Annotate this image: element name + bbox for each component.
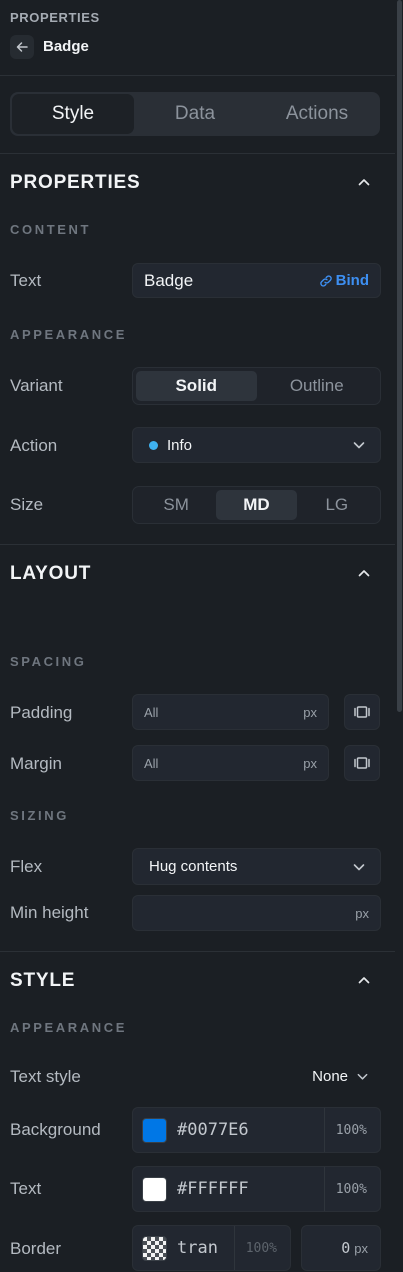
bind-label: Bind [335, 272, 369, 289]
margin-input[interactable]: All px [132, 745, 329, 781]
section-title-layout: LAYOUT [10, 563, 92, 584]
action-label: Action [10, 436, 58, 455]
margin-value: All [144, 755, 159, 771]
action-select[interactable]: Info [132, 427, 381, 463]
tab-data[interactable]: Data [134, 94, 256, 134]
divider [0, 75, 395, 76]
text-color-opacity[interactable]: 100% [323, 1167, 380, 1211]
section-title-style: STYLE [10, 970, 76, 991]
back-button[interactable] [10, 35, 34, 59]
border-opacity[interactable]: 100% [233, 1226, 290, 1270]
divider [0, 951, 395, 952]
properties-panel: PROPERTIES Badge Style Data Actions PROP… [0, 0, 395, 1272]
chevron-up-icon[interactable] [357, 973, 371, 987]
tab-style[interactable]: Style [12, 94, 134, 134]
arrow-left-icon [16, 42, 28, 52]
tab-bar: Style Data Actions [10, 92, 380, 136]
border-width-unit: px [354, 1240, 368, 1256]
component-title: Badge [43, 38, 89, 55]
flex-select[interactable]: Hug contents [132, 848, 381, 885]
padding-value: All [144, 704, 159, 720]
variant-label: Variant [10, 376, 63, 395]
text-color-swatch[interactable] [142, 1176, 167, 1202]
text-style-label: Text style [10, 1067, 81, 1086]
background-color-swatch[interactable] [142, 1117, 167, 1143]
chevron-down-icon [353, 442, 365, 449]
margin-label: Margin [10, 754, 62, 773]
transparent-swatch[interactable] [142, 1235, 167, 1261]
content-caption: CONTENT [10, 222, 92, 237]
border-color-field[interactable]: tran 100% [132, 1225, 291, 1271]
scrollbar[interactable] [395, 0, 403, 1272]
background-color-field[interactable]: #0077E6 100% [132, 1107, 381, 1153]
border-width-input[interactable]: 0 px [301, 1225, 381, 1271]
spacing-caption: SPACING [10, 654, 87, 669]
border-hex: tran [177, 1238, 218, 1258]
background-label: Background [10, 1120, 101, 1139]
text-color-field[interactable]: #FFFFFF 100% [132, 1166, 381, 1212]
min-height-input[interactable]: px [132, 895, 381, 931]
border-label: Border [10, 1239, 62, 1258]
min-height-label: Min height [10, 903, 89, 922]
text-style-value: None [312, 1068, 348, 1085]
padding-input[interactable]: All px [132, 694, 329, 730]
bind-button[interactable]: Bind [319, 272, 369, 289]
chevron-down-icon [357, 1073, 368, 1080]
padding-unit: px [303, 704, 317, 720]
border-width-value: 0 [341, 1239, 351, 1257]
size-sm-option[interactable]: SM [136, 490, 216, 520]
size-lg-option[interactable]: LG [297, 490, 377, 520]
scrollbar-thumb[interactable] [397, 0, 402, 712]
chevron-up-icon[interactable] [357, 175, 371, 189]
variant-toggle: Solid Outline [132, 367, 381, 405]
variant-outline-option[interactable]: Outline [257, 371, 378, 401]
tab-actions[interactable]: Actions [256, 94, 378, 134]
text-color-hex: #FFFFFF [177, 1179, 249, 1199]
text-color-label: Text [10, 1179, 42, 1198]
margin-sides-button[interactable] [344, 745, 380, 781]
panel-caption: PROPERTIES [10, 10, 100, 25]
variant-solid-option[interactable]: Solid [136, 371, 257, 401]
flex-select-value: Hug contents [149, 858, 238, 875]
text-label: Text [10, 271, 42, 290]
style-appearance-caption: APPEARANCE [10, 1020, 128, 1035]
background-opacity[interactable]: 100% [323, 1108, 380, 1152]
section-title-properties: PROPERTIES [10, 172, 141, 193]
size-label: Size [10, 495, 44, 514]
margin-unit: px [303, 755, 317, 771]
text-input[interactable]: Badge Bind [132, 263, 381, 298]
expand-sides-icon [354, 757, 370, 769]
background-hex: #0077E6 [177, 1120, 249, 1140]
status-dot-icon [149, 440, 158, 450]
flex-label: Flex [10, 857, 43, 876]
size-md-option[interactable]: MD [216, 490, 297, 520]
min-height-unit: px [355, 905, 369, 921]
chevron-up-icon[interactable] [357, 566, 371, 580]
chevron-down-icon [353, 863, 365, 870]
divider [0, 544, 395, 545]
padding-label: Padding [10, 703, 73, 722]
sizing-caption: SIZING [10, 808, 69, 823]
appearance-caption: APPEARANCE [10, 327, 128, 342]
action-select-value: Info [167, 436, 193, 454]
expand-sides-icon [354, 706, 370, 718]
text-style-select[interactable]: None [312, 1068, 369, 1085]
link-icon [319, 274, 332, 287]
text-input-value: Badge [144, 270, 194, 290]
divider [0, 153, 395, 154]
size-toggle: SM MD LG [132, 486, 381, 524]
padding-sides-button[interactable] [344, 694, 380, 730]
